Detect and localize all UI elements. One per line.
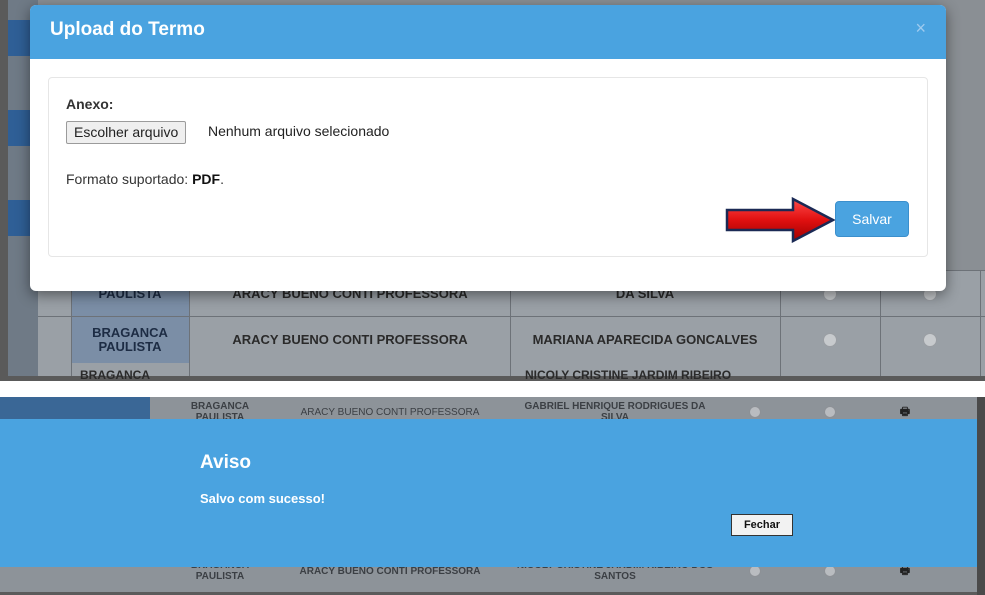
- school-cell: ARACY BUENO CONTI PROFESSORA: [232, 332, 468, 347]
- radio-cell: [880, 317, 980, 363]
- radio-button[interactable]: [823, 333, 837, 347]
- upload-modal: Upload do Termo × Anexo: Escolher arquiv…: [30, 5, 946, 291]
- close-dialog-button[interactable]: Fechar: [731, 514, 793, 536]
- modal-title: Upload do Termo: [50, 19, 205, 40]
- modal-header: Upload do Termo ×: [30, 5, 946, 59]
- close-icon[interactable]: ×: [915, 18, 926, 39]
- format-prefix: Formato suportado:: [66, 171, 193, 187]
- success-message: Salvo com sucesso!: [200, 491, 325, 506]
- student-cell: MARIANA APARECIDA GONCALVES: [532, 332, 758, 347]
- upload-screenshot: PAULISTA ARACY BUENO CONTI PROFESSORA DA…: [0, 0, 985, 381]
- red-arrow-annotation: [725, 197, 835, 243]
- file-status-text: Nenhum arquivo selecionado: [208, 123, 390, 139]
- dialog-title: Aviso: [200, 452, 252, 473]
- format-suffix: .: [220, 171, 224, 187]
- city-cell: BRAGANCA PAULISTA: [71, 317, 189, 363]
- radio-button[interactable]: [824, 406, 836, 418]
- supported-format-text: Formato suportado: PDF.: [66, 171, 224, 187]
- save-button[interactable]: Salvar: [835, 201, 909, 237]
- success-dialog: Aviso Salvo com sucesso! Fechar: [0, 419, 985, 567]
- choose-file-button[interactable]: Escolher arquivo: [66, 121, 187, 144]
- radio-cell: [780, 317, 880, 363]
- format-value: PDF: [192, 171, 221, 187]
- success-screenshot: BRAGANCA PAULISTA ARACY BUENO CONTI PROF…: [0, 397, 985, 595]
- partial-student-cell: NICOLY CRISTINE JARDIM RIBEIRO: [525, 368, 732, 381]
- radio-button[interactable]: [749, 406, 761, 418]
- anexo-label: Anexo:: [66, 96, 114, 112]
- partial-city-cell: BRAGANCA: [80, 368, 150, 381]
- table-row: BRAGANCA PAULISTA ARACY BUENO CONTI PROF…: [38, 316, 985, 363]
- right-edge-shadow: [977, 397, 985, 595]
- radio-button[interactable]: [923, 333, 937, 347]
